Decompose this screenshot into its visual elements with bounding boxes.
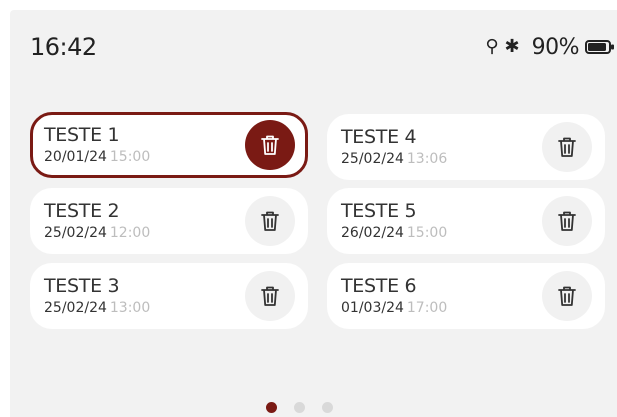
item-datetime: 25/02/24 13:06: [341, 151, 447, 167]
battery-icon: [585, 40, 614, 54]
item-datetime: 25/02/24 13:00: [44, 300, 150, 316]
item-title: TESTE 5: [341, 200, 417, 222]
item-time: 13:00: [109, 300, 151, 316]
page-indicator: [266, 402, 333, 413]
clock: 16:42: [30, 33, 97, 61]
delete-button[interactable]: [542, 196, 592, 246]
item-time: 15:00: [109, 149, 151, 165]
item-time: 12:00: [109, 225, 151, 241]
trash-icon: [261, 286, 279, 306]
item-time: 17:00: [406, 300, 448, 316]
trash-icon: [261, 211, 279, 231]
battery-percent: 90%: [531, 34, 580, 60]
list-item[interactable]: TESTE 1 20/01/24 15:00: [30, 112, 308, 178]
app-screen: 16:42 ⚲ ✱ 90% TESTE 1 20/01/24 15:00 TEST…: [10, 10, 617, 417]
page-dot[interactable]: [322, 402, 333, 413]
item-title: TESTE 1: [44, 124, 120, 146]
usb-icon: ⚲: [485, 36, 499, 57]
trash-icon: [261, 135, 279, 155]
list-item[interactable]: TESTE 4 25/02/24 13:06: [327, 114, 605, 180]
item-date: 26/02/24: [341, 225, 404, 241]
item-time: 13:06: [406, 151, 448, 167]
delete-button[interactable]: [245, 196, 295, 246]
item-date: 20/01/24: [44, 149, 107, 165]
trash-icon: [558, 137, 576, 157]
item-date: 25/02/24: [44, 225, 107, 241]
trash-icon: [558, 211, 576, 231]
item-datetime: 25/02/24 12:00: [44, 225, 150, 241]
item-title: TESTE 4: [341, 126, 417, 148]
item-time: 15:00: [406, 225, 448, 241]
item-datetime: 20/01/24 15:00: [44, 149, 150, 165]
item-date: 25/02/24: [44, 300, 107, 316]
page-dot[interactable]: [294, 402, 305, 413]
list-item[interactable]: TESTE 2 25/02/24 12:00: [30, 188, 308, 254]
bluetooth-icon: ✱: [504, 36, 520, 57]
item-date: 25/02/24: [341, 151, 404, 167]
delete-button[interactable]: [542, 271, 592, 321]
item-datetime: 26/02/24 15:00: [341, 225, 447, 241]
item-datetime: 01/03/24 17:00: [341, 300, 447, 316]
page-dot[interactable]: [266, 402, 277, 413]
delete-button[interactable]: [245, 120, 295, 170]
trash-icon: [558, 286, 576, 306]
status-bar: 16:42 ⚲ ✱ 90%: [10, 10, 617, 80]
item-title: TESTE 2: [44, 200, 120, 222]
list-item[interactable]: TESTE 5 26/02/24 15:00: [327, 188, 605, 254]
item-title: TESTE 3: [44, 275, 120, 297]
list-item[interactable]: TESTE 3 25/02/24 13:00: [30, 263, 308, 329]
delete-button[interactable]: [245, 271, 295, 321]
status-icons: ⚲ ✱ 90%: [485, 34, 615, 60]
item-date: 01/03/24: [341, 300, 404, 316]
delete-button[interactable]: [542, 122, 592, 172]
list-item[interactable]: TESTE 6 01/03/24 17:00: [327, 263, 605, 329]
item-title: TESTE 6: [341, 275, 417, 297]
